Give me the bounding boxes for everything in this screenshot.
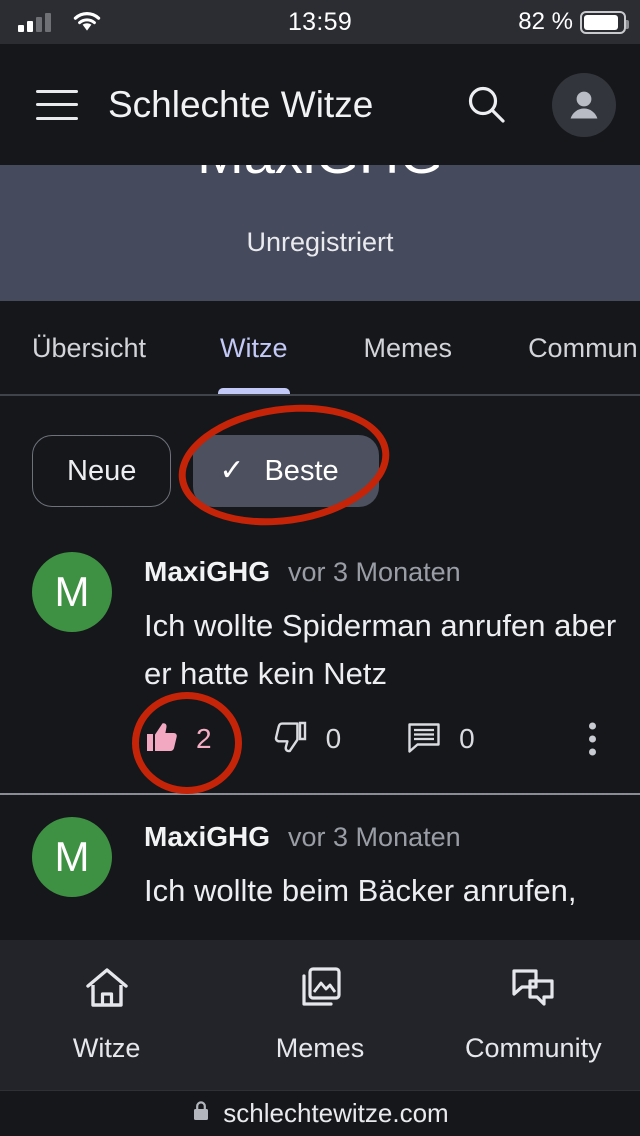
status-bar-right: 82 %	[518, 0, 629, 44]
post-item[interactable]: M MaxiGHG vor 3 Monaten Ich wollte beim …	[0, 795, 640, 940]
post-action-row: 2 0 0	[144, 708, 614, 770]
tab-community[interactable]: Commun	[490, 301, 640, 396]
battery-percent-label: 82 %	[518, 8, 573, 35]
filter-chip-row: Neue ✓ Beste	[0, 432, 640, 510]
profile-name: MaxiGHG	[0, 165, 640, 186]
phone-screen: 13:59 82 % Schlechte Witze MaxiGHG Unreg…	[0, 0, 640, 1136]
profile-status: Unregistriert	[246, 227, 394, 257]
image-library-icon	[297, 966, 343, 1015]
post-timestamp: vor 3 Monaten	[288, 822, 461, 852]
dislike-count: 0	[325, 723, 342, 754]
nav-item-memes[interactable]: Memes	[213, 940, 426, 1090]
dislike-action[interactable]: 0	[274, 721, 342, 758]
page-title: Schlechte Witze	[108, 83, 374, 125]
post-body: MaxiGHG vor 3 Monaten Ich wollte beim Bä…	[144, 795, 624, 915]
beste-filter-chip[interactable]: ✓ Beste	[193, 435, 379, 507]
tab-witze-label: Witze	[220, 333, 288, 363]
tab-witze[interactable]: Witze	[182, 301, 326, 396]
comment-action[interactable]: 0	[407, 721, 475, 758]
post-timestamp: vor 3 Monaten	[288, 557, 461, 587]
check-icon: ✓	[219, 454, 245, 487]
thumbs-up-icon	[144, 721, 178, 758]
nav-item-community[interactable]: Community	[427, 940, 640, 1090]
like-action[interactable]: 2	[144, 721, 212, 758]
browser-url-bar[interactable]: schlechtewitze.com	[0, 1090, 640, 1136]
avatar: M	[32, 552, 112, 632]
comment-icon	[407, 721, 441, 758]
post-item[interactable]: M MaxiGHG vor 3 Monaten Ich wollte Spide…	[0, 530, 640, 793]
account-avatar-icon[interactable]	[552, 72, 616, 137]
tab-bar: Übersicht Witze Memes Commun	[0, 301, 640, 396]
lock-icon	[191, 1099, 211, 1128]
profile-header: MaxiGHG Unregistriert	[0, 165, 640, 301]
app-bar: Schlechte Witze	[0, 44, 640, 165]
post-text: Ich wollte beim Bäcker anrufen,	[144, 873, 577, 908]
beste-filter-label: Beste	[264, 454, 339, 487]
post-text: Ich wollte Spiderman anrufen aber er hat…	[144, 608, 617, 691]
bottom-navigation-bar: Witze Memes Community	[0, 940, 640, 1090]
nav-label-community: Community	[465, 1033, 602, 1063]
tab-uebersicht[interactable]: Übersicht	[0, 301, 182, 396]
nav-item-witze[interactable]: Witze	[0, 940, 213, 1090]
neue-filter-chip[interactable]: Neue	[32, 435, 172, 507]
post-author[interactable]: MaxiGHG	[144, 821, 270, 853]
home-icon	[84, 966, 130, 1015]
nav-label-memes: Memes	[275, 1033, 365, 1063]
post-meta: MaxiGHG vor 3 Monaten	[144, 795, 624, 853]
chat-bubbles-icon	[510, 966, 556, 1015]
hamburger-menu-icon[interactable]	[36, 89, 78, 120]
avatar: M	[32, 817, 112, 897]
post-body: MaxiGHG vor 3 Monaten Ich wollte Spiderm…	[144, 530, 624, 698]
search-icon[interactable]	[464, 82, 510, 128]
post-meta: MaxiGHG vor 3 Monaten	[144, 530, 624, 588]
like-count: 2	[196, 723, 212, 754]
comment-count: 0	[459, 723, 475, 754]
battery-icon	[580, 10, 629, 34]
post-author[interactable]: MaxiGHG	[144, 556, 270, 588]
thumbs-down-icon	[274, 721, 308, 758]
tab-memes[interactable]: Memes	[326, 301, 491, 396]
more-vertical-icon[interactable]	[589, 722, 596, 756]
nav-label-witze: Witze	[72, 1033, 141, 1063]
status-bar: 13:59 82 %	[0, 0, 640, 44]
url-domain: schlechtewitze.com	[223, 1098, 449, 1128]
tab-bar-divider	[0, 394, 640, 396]
